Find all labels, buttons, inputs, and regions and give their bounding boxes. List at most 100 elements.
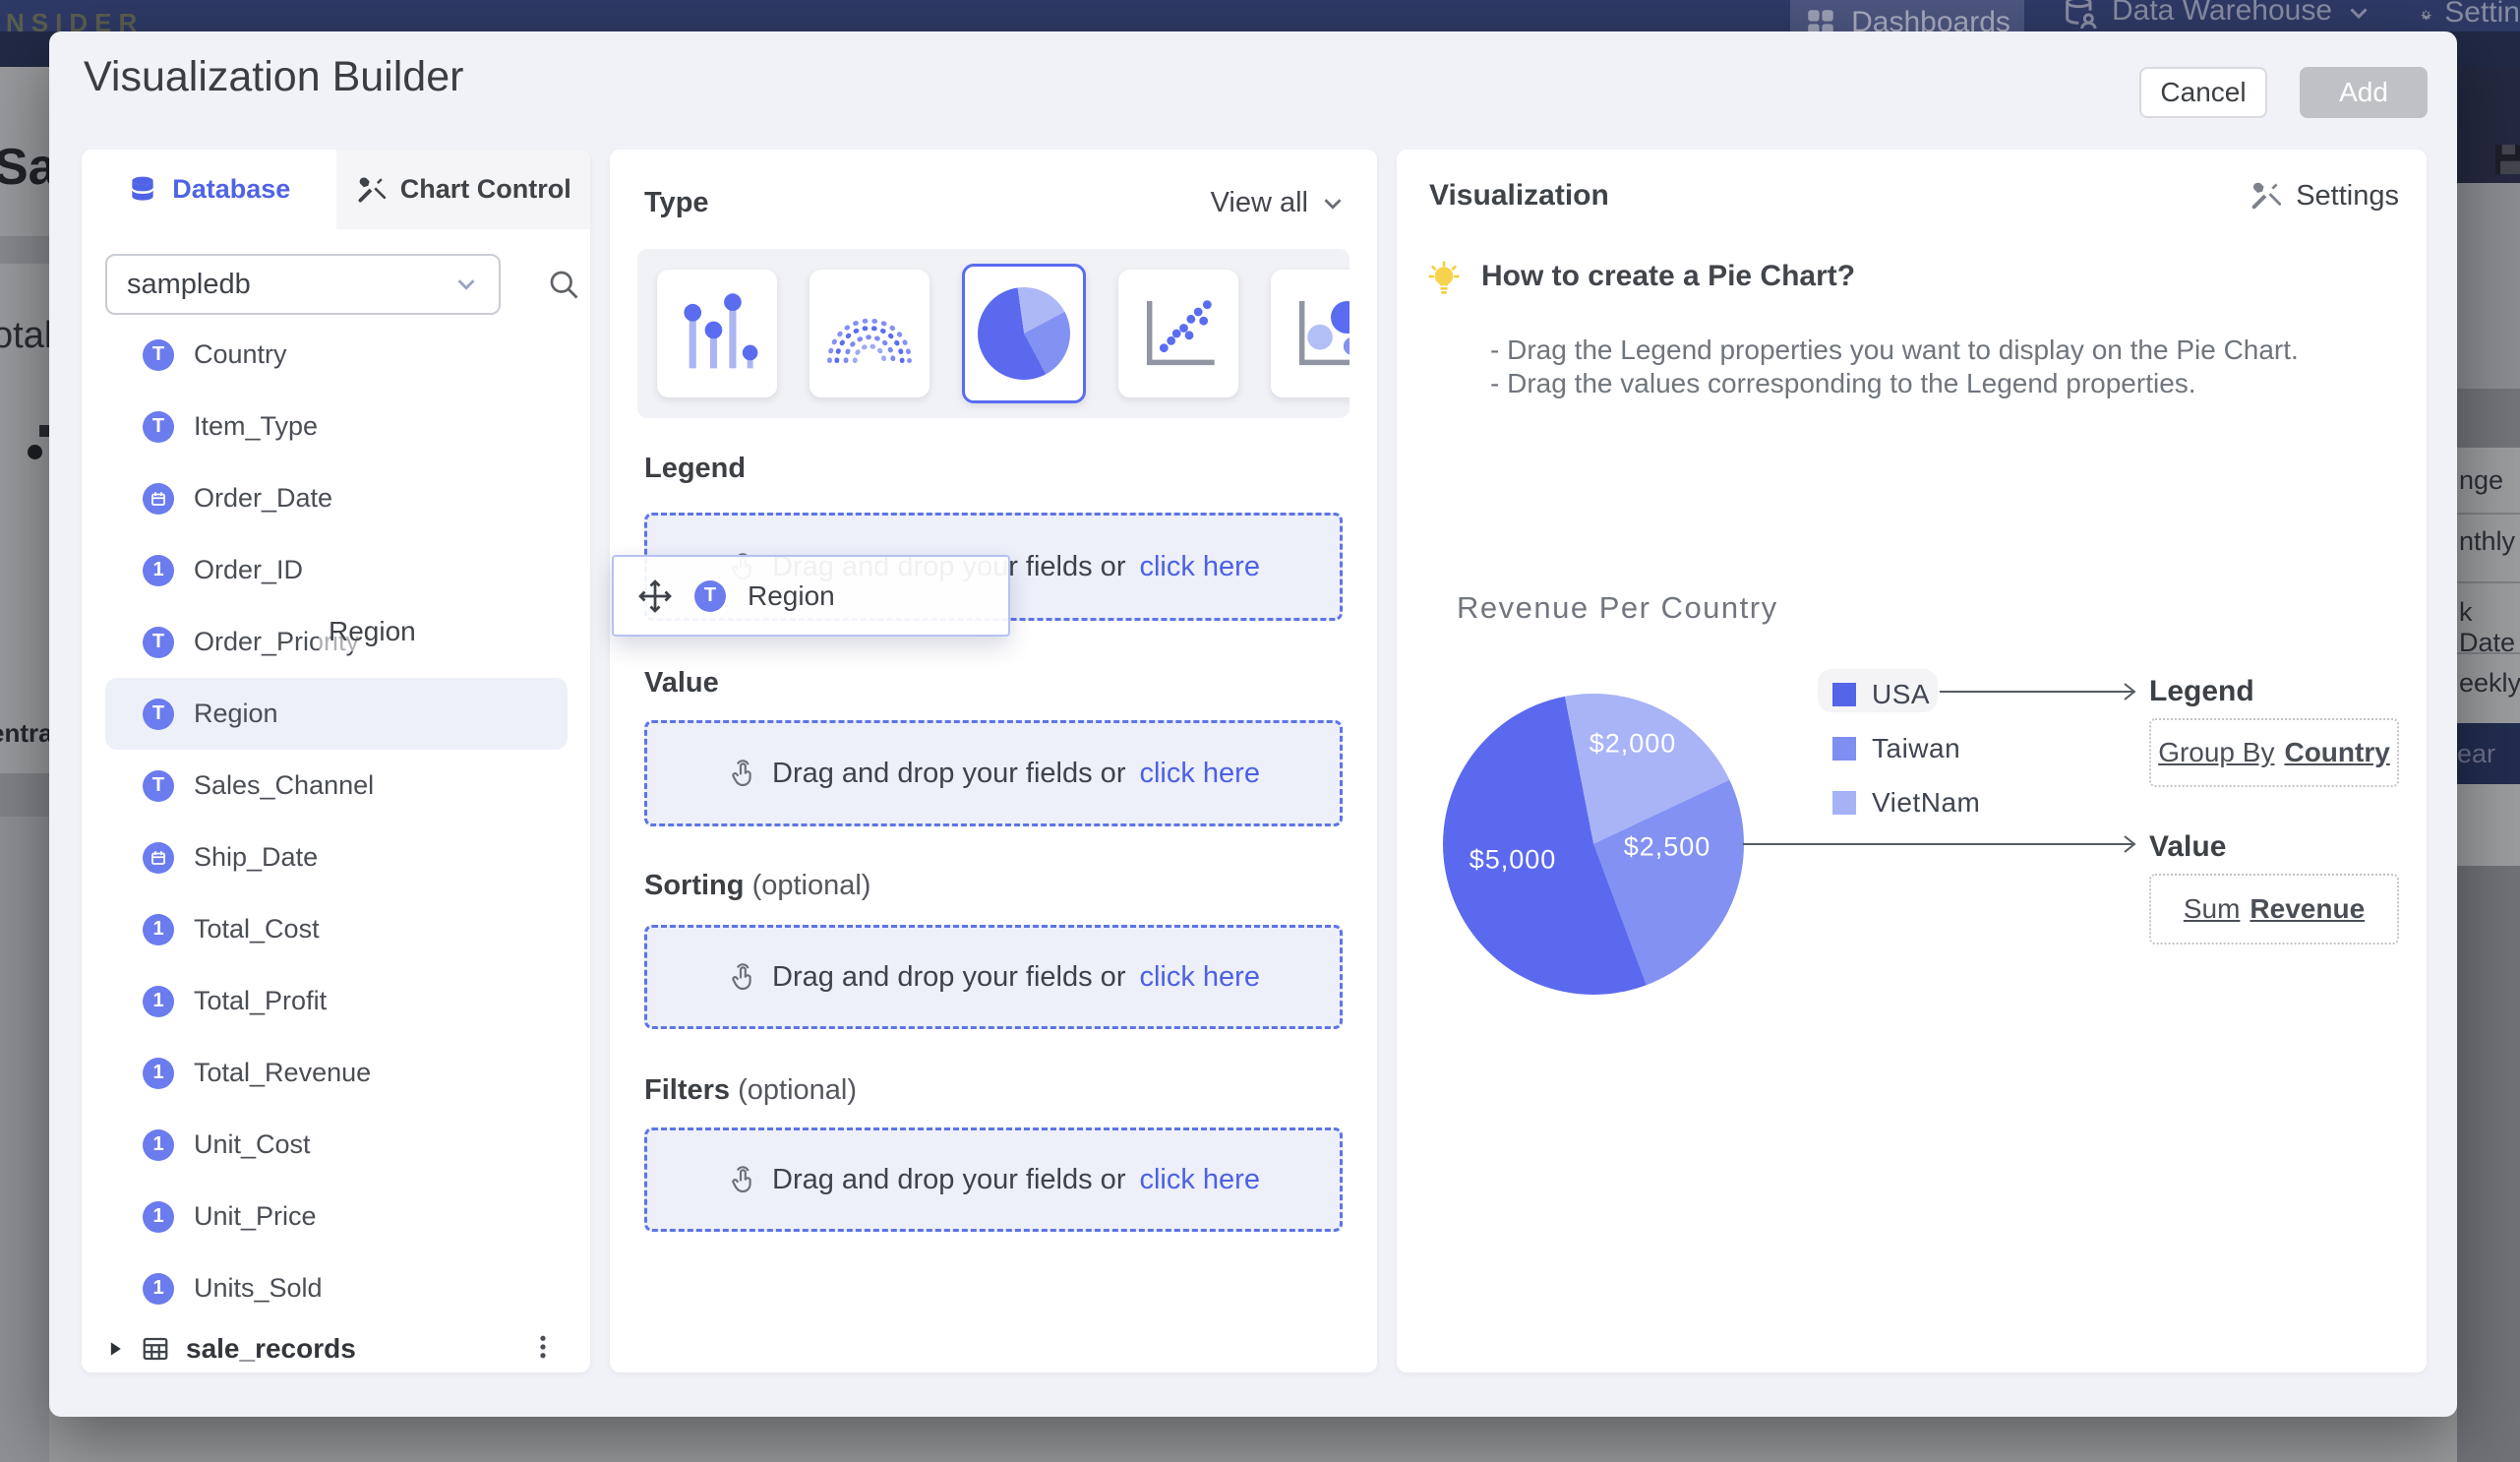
pie-chart: $2,000 $2,500 $5,000 <box>1443 694 1744 995</box>
tap-hand-icon <box>727 961 758 993</box>
field-row-total-cost[interactable]: 1 Total_Cost <box>105 893 568 965</box>
date-type-icon <box>143 842 174 874</box>
legend-item-taiwan[interactable]: Taiwan <box>1832 733 1960 764</box>
chart-type-bubble[interactable] <box>1271 270 1350 397</box>
text-type-icon: T <box>694 580 726 612</box>
type-label: Type <box>644 187 709 219</box>
field-row-order-date[interactable]: Order_Date <box>105 462 568 534</box>
field-row-total-profit[interactable]: 1 Total_Profit <box>105 965 568 1037</box>
field-row-order-id[interactable]: 1 Order_ID <box>105 534 568 606</box>
visualization-panel-title: Visualization <box>1429 179 1609 213</box>
pie-slice-label: $2,500 <box>1624 832 1711 863</box>
tap-hand-icon <box>727 1164 758 1195</box>
panel-tabs: Database Chart Control <box>82 150 590 229</box>
chart-type-strip <box>637 249 1350 418</box>
text-type-icon: T <box>143 770 174 802</box>
lightbulb-icon <box>1426 260 1462 299</box>
click-here-link[interactable]: click here <box>1139 551 1260 583</box>
nav-settings-label: Settin <box>2444 0 2520 30</box>
drag-chip-label: Region <box>748 580 835 612</box>
gear-icon <box>2420 0 2432 33</box>
legend-swatch <box>1832 683 1856 706</box>
filters-dropzone[interactable]: Drag and drop your fields or click here <box>644 1127 1343 1232</box>
visualization-settings-button[interactable]: Settings <box>2249 179 2399 213</box>
chevron-down-icon <box>1318 189 1348 218</box>
filters-section-label: Filters (optional) <box>644 1074 857 1107</box>
text-type-icon: T <box>143 627 174 658</box>
text-type-icon: T <box>143 411 174 443</box>
legend-item-usa[interactable]: USA <box>1832 679 1930 710</box>
field-row-ship-date[interactable]: Ship_Date <box>105 822 568 893</box>
field-row-sales-channel[interactable]: T Sales_Channel <box>105 750 568 822</box>
pie-icon <box>978 287 1070 380</box>
search-icon[interactable] <box>546 267 581 302</box>
legend-item-vietnam[interactable]: VietNam <box>1832 787 1980 819</box>
view-all-button[interactable]: View all <box>1211 187 1348 219</box>
howto-line-2: - Drag the values corresponding to the L… <box>1490 368 2196 399</box>
tools-icon <box>2249 179 2282 213</box>
field-row-unit-price[interactable]: 1 Unit_Price <box>105 1181 568 1252</box>
field-row-region[interactable]: T Region <box>105 678 568 750</box>
database-select[interactable]: sampledb <box>105 254 501 315</box>
sum-box[interactable]: Sum Revenue <box>2149 874 2399 944</box>
sorting-dropzone[interactable]: Drag and drop your fields or click here <box>644 925 1343 1029</box>
nav-data-warehouse[interactable]: Data Warehouse <box>2061 0 2373 33</box>
number-type-icon: 1 <box>143 1058 174 1089</box>
chart-type-scatter[interactable] <box>1118 270 1238 397</box>
chart-title: Revenue Per Country <box>1457 590 1778 626</box>
chart-type-lollipop[interactable] <box>657 270 777 397</box>
value-section-label: Value <box>644 667 719 700</box>
chevron-down-icon <box>2344 0 2373 30</box>
visualization-builder-modal: Visualization Builder Cancel Add Databas… <box>49 31 2457 1417</box>
number-type-icon: 1 <box>143 1201 174 1233</box>
number-type-icon: 1 <box>143 1273 174 1305</box>
database-icon <box>127 174 158 206</box>
cancel-button[interactable]: Cancel <box>2139 67 2267 118</box>
field-row-unit-cost[interactable]: 1 Unit_Cost <box>105 1109 568 1181</box>
click-here-link[interactable]: click here <box>1139 1164 1260 1196</box>
chart-type-pie-selected[interactable] <box>962 264 1086 403</box>
table-icon <box>141 1334 170 1364</box>
howto-line-1: - Drag the Legend properties you want to… <box>1490 335 2299 366</box>
howto-title: How to create a Pie Chart? <box>1481 260 1855 293</box>
chart-type-arc[interactable] <box>810 270 930 397</box>
drag-ghost-chip[interactable]: T Region <box>612 555 1010 637</box>
nav-data-warehouse-label: Data Warehouse <box>2112 0 2332 28</box>
source-search-row: sampledb <box>105 254 568 315</box>
table-row-sale-records[interactable]: sale_records <box>105 1325 568 1372</box>
field-list: T Country T Item_Type Order_Date 1 Order… <box>105 319 568 1324</box>
value-annotation-arrow <box>1743 829 2146 859</box>
kebab-menu-icon[interactable] <box>528 1327 558 1367</box>
nav-settings[interactable]: Settin <box>2420 0 2520 33</box>
field-row-country[interactable]: T Country <box>105 319 568 391</box>
field-row-item-type[interactable]: T Item_Type <box>105 391 568 462</box>
text-type-icon: T <box>143 339 174 371</box>
legend-swatch <box>1832 737 1856 761</box>
field-row-units-sold[interactable]: 1 Units_Sold <box>105 1252 568 1324</box>
text-type-icon: T <box>143 699 174 730</box>
field-row-total-revenue[interactable]: 1 Total_Revenue <box>105 1037 568 1109</box>
legend-annotation-label: Legend <box>2149 675 2254 708</box>
move-icon <box>637 579 673 614</box>
chevron-down-icon <box>451 270 481 299</box>
group-by-box[interactable]: Group By Country <box>2149 718 2399 787</box>
tab-database[interactable]: Database <box>82 150 336 229</box>
legend-swatch <box>1832 791 1856 815</box>
expand-triangle-icon[interactable] <box>105 1339 125 1359</box>
tools-icon <box>355 174 387 206</box>
add-button[interactable]: Add <box>2300 67 2428 118</box>
value-dropzone[interactable]: Drag and drop your fields or click here <box>644 720 1343 826</box>
visualization-panel: Visualization Settings How to create a P… <box>1397 150 2427 1372</box>
number-type-icon: 1 <box>143 1129 174 1161</box>
click-here-link[interactable]: click here <box>1139 758 1260 790</box>
howto-block: How to create a Pie Chart? <box>1426 260 1855 299</box>
modal-title: Visualization Builder <box>84 53 463 101</box>
data-warehouse-icon <box>2061 0 2100 33</box>
value-annotation-label: Value <box>2149 830 2226 864</box>
click-here-link[interactable]: click here <box>1139 961 1260 994</box>
builder-panel: Type View all <box>610 150 1377 1372</box>
number-type-icon: 1 <box>143 986 174 1017</box>
tab-chart-control[interactable]: Chart Control <box>336 150 591 229</box>
legend-section-label: Legend <box>644 453 746 485</box>
tap-hand-icon <box>727 758 758 789</box>
